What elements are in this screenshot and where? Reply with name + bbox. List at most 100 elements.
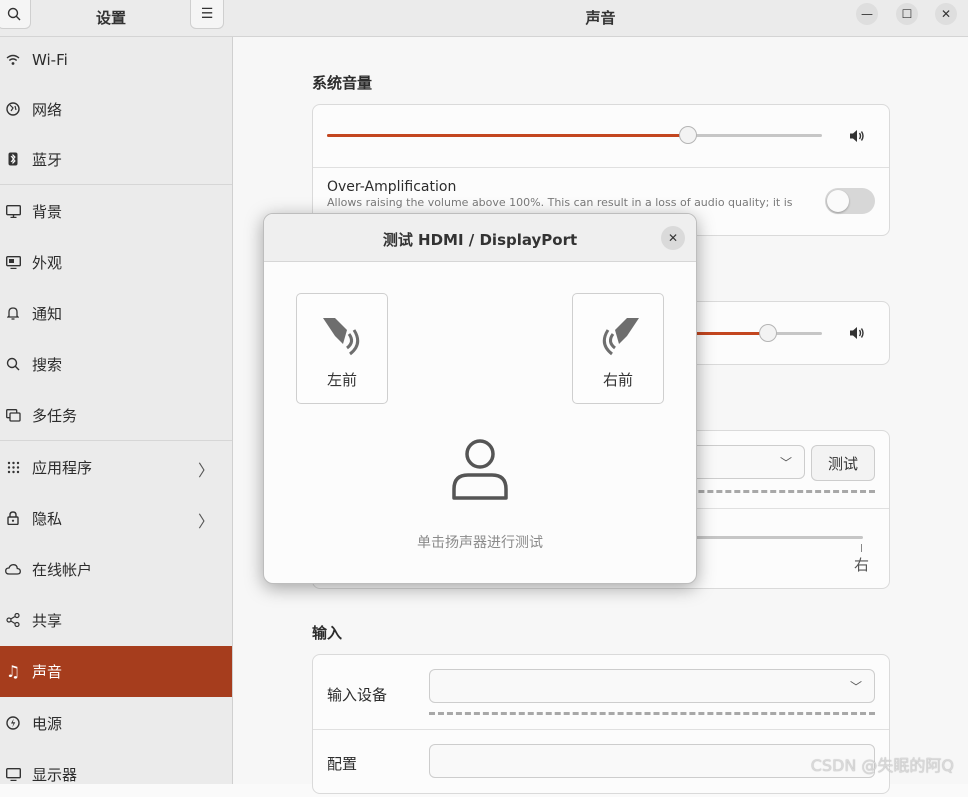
close-window-button[interactable]: ✕ (935, 3, 957, 25)
apps-grid-icon (4, 461, 22, 474)
system-volume-slider-knob[interactable] (679, 126, 698, 144)
minimize-icon: — (861, 7, 873, 21)
dialog-header: 测试 HDMI / DisplayPort ✕ (264, 214, 696, 262)
sidebar-item-label: 电源 (32, 714, 63, 733)
chevron-right-icon: 〉 (197, 461, 214, 480)
hamburger-icon: ☰ (200, 6, 214, 22)
config-label: 配置 (327, 755, 358, 773)
front-left-label: 左前 (326, 371, 357, 389)
test-button[interactable]: 测试 (811, 445, 875, 481)
sidebar-item-displays[interactable]: 显示器 (0, 751, 232, 797)
balance-right-label: 右 (854, 556, 870, 574)
bluetooth-icon (4, 152, 22, 166)
sidebar-item-label: 通知 (32, 304, 63, 323)
appearance-icon (4, 255, 22, 269)
maximize-button[interactable]: ☐ (896, 3, 918, 25)
over-amplification-title: Over-Amplification (327, 179, 457, 195)
balance-tick (861, 544, 862, 552)
sidebar-item-label: 应用程序 (32, 458, 93, 477)
speaker-volume-icon (850, 327, 864, 339)
output-volume-slider-knob[interactable] (758, 324, 777, 342)
chevron-down-icon: ﹀ (779, 456, 792, 470)
system-volume-slider-fill (327, 134, 689, 137)
chevron-down-icon: ﹀ (849, 680, 862, 694)
row-separator (313, 729, 889, 730)
sidebar-item-background[interactable]: 背景 (0, 188, 232, 234)
sidebar-item-wifi[interactable]: Wi-Fi (0, 37, 232, 83)
sidebar-item-label: 网络 (32, 100, 63, 119)
over-amplification-description: Allows raising the volume above 100%. Th… (327, 196, 793, 209)
sidebar-item-label: 共享 (32, 611, 63, 630)
search-icon (4, 357, 22, 371)
row-separator (313, 167, 889, 168)
display-icon (4, 767, 22, 781)
sidebar-item-network[interactable]: 网络 (0, 86, 232, 132)
main-header: 声音 — ☐ ✕ (233, 0, 968, 37)
sidebar-item-label: Wi-Fi (32, 51, 68, 69)
cloud-icon (4, 563, 22, 575)
dialog-title: 测试 HDMI / DisplayPort (382, 231, 578, 249)
dialog-hint: 单击扬声器进行测试 (417, 535, 543, 551)
speaker-test-dialog: 测试 HDMI / DisplayPort ✕ 左前 右前 单击扬声器进行测试 (263, 213, 697, 584)
sidebar-item-privacy[interactable]: 隐私 〉 (0, 495, 232, 541)
listener-person-icon (452, 439, 508, 500)
sidebar-item-label: 蓝牙 (32, 150, 63, 169)
sidebar-item-label: 多任务 (32, 406, 78, 425)
chevron-right-icon: 〉 (197, 512, 214, 531)
sidebar-item-search[interactable]: 搜索 (0, 341, 232, 387)
sidebar-header: 设置 ☰ (0, 0, 233, 37)
sidebar-item-label: 搜索 (32, 355, 63, 374)
over-amplification-toggle[interactable] (825, 188, 875, 214)
speaker-left-icon (323, 318, 360, 356)
minimize-button[interactable]: — (856, 3, 878, 25)
sidebar-menu-button[interactable]: ☰ (190, 0, 224, 29)
sidebar-item-power[interactable]: 电源 (0, 700, 232, 746)
multitask-icon (4, 408, 22, 422)
sidebar-item-label: 隐私 (32, 509, 63, 528)
maximize-icon: ☐ (901, 7, 913, 21)
sidebar-item-label: 显示器 (32, 765, 78, 784)
sidebar-item-sharing[interactable]: 共享 (0, 597, 232, 643)
input-device-dropdown[interactable]: ﹀ (429, 669, 875, 703)
input-section-title: 输入 (312, 624, 343, 642)
front-right-label: 右前 (602, 371, 633, 389)
sidebar-item-label: 背景 (32, 202, 63, 221)
power-icon (4, 716, 22, 730)
sidebar-item-label: 在线帐户 (32, 560, 93, 579)
sidebar-item-applications[interactable]: 应用程序 〉 (0, 444, 232, 490)
sidebar-item-multitasking[interactable]: 多任务 (0, 392, 232, 438)
sidebar-title: 设置 (95, 9, 126, 27)
input-level-meter (429, 712, 875, 715)
sidebar: 设置 ☰ Wi-Fi 网络 蓝牙 背景 外观 通知 搜索 多任务 应用程序 〉 … (0, 0, 233, 784)
speaker-right-icon (602, 318, 639, 356)
front-right-speaker-button[interactable]: 右前 (572, 293, 664, 404)
speaker-volume-icon (850, 130, 864, 142)
wifi-icon (4, 54, 22, 66)
config-dropdown[interactable] (429, 744, 875, 778)
dialog-close-button[interactable]: ✕ (661, 226, 685, 250)
front-left-speaker-button[interactable]: 左前 (296, 293, 388, 404)
watermark: CSDN @失眠的阿Q (810, 756, 954, 775)
sidebar-separator (0, 440, 232, 441)
sidebar-item-label: 外观 (32, 253, 63, 272)
sidebar-item-sound[interactable]: ♫ 声音 (0, 646, 232, 697)
network-icon (4, 102, 22, 116)
sidebar-item-online-accounts[interactable]: 在线帐户 (0, 546, 232, 592)
toggle-knob (827, 190, 849, 212)
sidebar-item-bluetooth[interactable]: 蓝牙 (0, 136, 232, 182)
system-volume-slider[interactable] (327, 134, 822, 137)
close-icon: ✕ (940, 7, 952, 21)
input-device-label: 输入设备 (327, 686, 388, 704)
close-icon: ✕ (667, 231, 679, 245)
system-volume-section-title: 系统音量 (312, 74, 373, 92)
sidebar-item-label: 声音 (32, 663, 63, 681)
bell-icon (4, 306, 22, 320)
sidebar-separator (0, 184, 232, 185)
lock-icon (4, 511, 22, 525)
input-card: 输入设备 ﹀ 配置 (312, 654, 890, 794)
sidebar-item-appearance[interactable]: 外观 (0, 239, 232, 285)
music-note-icon: ♫ (5, 662, 21, 681)
background-icon (4, 204, 22, 218)
share-icon (4, 613, 22, 627)
sidebar-item-notifications[interactable]: 通知 (0, 290, 232, 336)
